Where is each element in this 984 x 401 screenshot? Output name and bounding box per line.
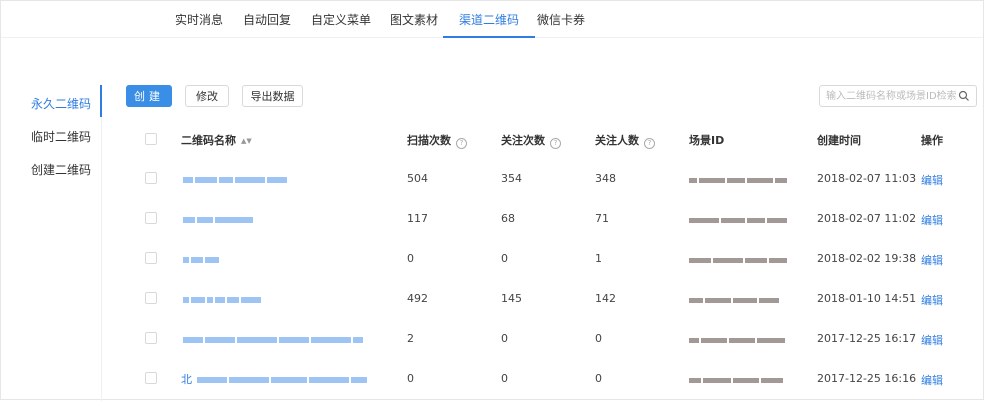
column-header-followers: 关注人数? [595, 132, 655, 149]
row-checkbox[interactable] [145, 372, 157, 384]
tab-channel-qrcode[interactable]: 渠道二维码 [442, 11, 536, 38]
qrcode-name-redacted[interactable] [183, 292, 263, 303]
followers-cell: 71 [595, 212, 609, 225]
tab-realtime-messages[interactable]: 实时消息 [175, 11, 223, 37]
follows-cell: 0 [501, 332, 508, 345]
followers-cell: 142 [595, 292, 616, 305]
followers-cell: 348 [595, 172, 616, 185]
created-time-cell: 2018-02-02 19:38 [817, 252, 917, 265]
column-header-name-label: 二维码名称 [181, 134, 236, 147]
qrcode-name-redacted[interactable] [197, 372, 369, 383]
sidebar-active-indicator [100, 85, 102, 117]
tab-wechat-coupons[interactable]: 微信卡券 [537, 11, 585, 37]
sidebar-item-temporary-qrcode[interactable]: 临时二维码 [31, 128, 91, 145]
column-header-created: 创建时间 [817, 134, 861, 147]
select-all-checkbox[interactable] [145, 133, 157, 145]
sidebar-item-create-qrcode[interactable]: 创建二维码 [31, 161, 91, 178]
edit-button[interactable]: 修改 [185, 85, 229, 107]
app-frame: 实时消息 自动回复 自定义菜单 图文素材 渠道二维码 微信卡券 永久二维码 临时… [0, 0, 984, 401]
tab-custom-menu[interactable]: 自定义菜单 [311, 11, 371, 37]
edit-link[interactable]: 编辑 [921, 212, 943, 228]
sort-icon[interactable]: ▲▼ [241, 137, 252, 145]
qrcode-name-redacted[interactable] [183, 252, 221, 263]
scene-id-redacted [689, 372, 785, 383]
top-tab-bar: 实时消息 自动回复 自定义菜单 图文素材 渠道二维码 微信卡券 [1, 1, 983, 38]
scene-id-redacted [689, 252, 789, 263]
follows-cell: 0 [501, 252, 508, 265]
edit-link[interactable]: 编辑 [921, 252, 943, 268]
scans-cell: 492 [407, 292, 428, 305]
search-input[interactable] [826, 88, 956, 104]
qrcode-name-redacted[interactable] [183, 172, 289, 183]
sidebar-item-permanent-qrcode[interactable]: 永久二维码 [31, 95, 91, 112]
edit-link[interactable]: 编辑 [921, 372, 943, 388]
follows-cell: 0 [501, 372, 508, 385]
create-button[interactable]: 创建 [126, 85, 172, 107]
edit-link[interactable]: 编辑 [921, 172, 943, 188]
scene-id-redacted [689, 332, 787, 343]
followers-cell: 1 [595, 252, 602, 265]
row-checkbox[interactable] [145, 292, 157, 304]
created-time-cell: 2017-12-25 16:16 [817, 372, 917, 385]
scene-id-redacted [689, 212, 789, 223]
scene-id-redacted [689, 292, 781, 303]
column-header-scans: 扫描次数? [407, 132, 467, 149]
scans-cell: 504 [407, 172, 428, 185]
row-checkbox[interactable] [145, 172, 157, 184]
created-time-cell: 2018-02-07 11:02 [817, 212, 917, 225]
scans-cell: 0 [407, 372, 414, 385]
search-box [819, 85, 977, 107]
followers-cell: 0 [595, 372, 602, 385]
created-time-cell: 2018-01-10 14:51 [817, 292, 917, 305]
row-checkbox[interactable] [145, 212, 157, 224]
export-data-button[interactable]: 导出数据 [242, 85, 303, 107]
column-header-actions: 操作 [921, 134, 943, 147]
created-time-cell: 2018-02-07 11:03 [817, 172, 917, 185]
followers-cell: 0 [595, 332, 602, 345]
column-header-follows: 关注次数? [501, 132, 561, 149]
column-header-name[interactable]: 二维码名称 ▲▼ [181, 132, 252, 148]
follows-cell: 68 [501, 212, 515, 225]
tab-rich-media[interactable]: 图文素材 [390, 11, 438, 37]
follows-cell: 354 [501, 172, 522, 185]
created-time-cell: 2017-12-25 16:17 [817, 332, 917, 345]
sidebar: 永久二维码 临时二维码 创建二维码 [1, 85, 102, 401]
edit-link[interactable]: 编辑 [921, 292, 943, 308]
column-header-followers-label: 关注人数 [595, 134, 639, 147]
scene-id-redacted [689, 172, 789, 183]
edit-link[interactable]: 编辑 [921, 332, 943, 348]
follows-cell: 145 [501, 292, 522, 305]
column-header-scene-id: 场景ID [689, 134, 725, 147]
column-header-follows-label: 关注次数 [501, 134, 545, 147]
qrcode-name-redacted[interactable] [183, 332, 365, 343]
help-icon[interactable]: ? [644, 138, 655, 149]
qrcode-name-prefix[interactable]: 北 [181, 371, 192, 387]
scans-cell: 117 [407, 212, 428, 225]
row-checkbox[interactable] [145, 332, 157, 344]
qrcode-name-redacted[interactable] [183, 212, 255, 223]
search-icon[interactable] [958, 90, 970, 102]
tab-auto-reply[interactable]: 自动回复 [243, 11, 291, 37]
column-header-scans-label: 扫描次数 [407, 134, 451, 147]
help-icon[interactable]: ? [550, 138, 561, 149]
row-checkbox[interactable] [145, 252, 157, 264]
scans-cell: 2 [407, 332, 414, 345]
help-icon[interactable]: ? [456, 138, 467, 149]
scans-cell: 0 [407, 252, 414, 265]
